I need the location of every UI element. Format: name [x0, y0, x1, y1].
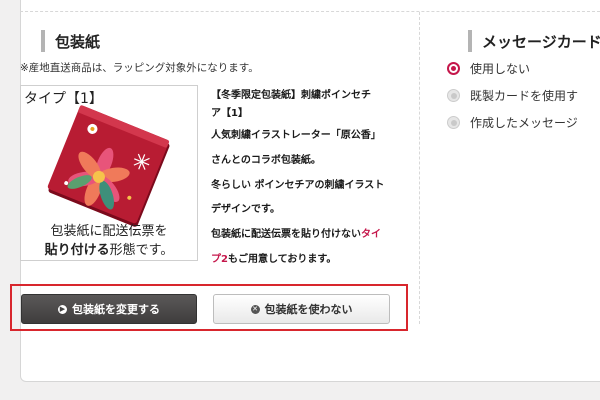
option-label: 使用しない — [470, 62, 531, 76]
wrapping-paper-image: タイプ【1】 包装紙に配送伝票を 貼り付ける形態です。 — [20, 85, 198, 261]
option-label: 作成したメッセージ — [470, 116, 578, 130]
option-no-card[interactable]: 使用しない — [447, 60, 530, 77]
desc-line-8-text: もご用意しております。 — [227, 254, 337, 265]
change-wrapping-button[interactable]: ▶ 包装紙を変更する — [21, 294, 197, 324]
wrapping-note: ※産地直送商品は、ラッピング対象外になります。 — [20, 62, 259, 74]
no-wrapping-button[interactable]: ✕ 包装紙を使わない — [213, 294, 390, 324]
message-card-section-title: メッセージカード — [482, 32, 600, 51]
wrapping-section-header: 包装紙 — [41, 30, 100, 52]
desc-line-1: 【冬季限定包装紙】刺繍ポインセチ — [211, 90, 371, 101]
desc-line-2: ア【1】 — [211, 108, 248, 119]
desc-line-8: プ2もご用意しております。 — [211, 250, 336, 265]
desc-line-5: 冬らしい ポインセチアの刺繍イラスト — [211, 180, 385, 191]
desc-line-3: 人気刺繍イラストレーター「原公香」 — [211, 130, 381, 141]
message-card-section-header: メッセージカード — [468, 30, 600, 52]
option-custom-message[interactable]: 作成したメッセージ — [447, 114, 578, 131]
radio-selected-icon[interactable] — [447, 62, 460, 75]
close-icon: ✕ — [250, 304, 260, 314]
image-caption-line2: 貼り付ける形態です。 — [21, 239, 197, 258]
play-icon: ▶ — [58, 304, 67, 314]
desc-line-4: さんとのコラボ包装紙。 — [211, 155, 321, 166]
wrapping-section-title: 包装紙 — [55, 32, 101, 51]
type2-link-part2[interactable]: プ2 — [211, 254, 228, 265]
option-label: 既製カードを使用す — [470, 89, 579, 103]
column-divider — [419, 12, 420, 324]
caption-bold-text: 貼り付ける — [44, 243, 110, 258]
type2-link-part1[interactable]: タイ — [361, 229, 381, 240]
desc-line-7-text: 包装紙に配送伝票を貼り付けない — [211, 229, 361, 240]
desc-line-6: デザインです。 — [211, 204, 280, 215]
image-caption-line1: 包装紙に配送伝票を — [50, 224, 168, 239]
section-marker — [468, 30, 472, 52]
section-marker — [41, 30, 45, 52]
change-wrapping-label: 包装紙を変更する — [72, 303, 160, 316]
caption-rest-text: 形態です。 — [109, 243, 174, 258]
top-divider — [20, 11, 600, 12]
radio-unselected-icon[interactable] — [447, 116, 460, 129]
radio-unselected-icon[interactable] — [447, 89, 460, 102]
desc-line-7: 包装紙に配送伝票を貼り付けないタイ — [211, 225, 381, 240]
option-ready-made-card[interactable]: 既製カードを使用す — [447, 87, 578, 104]
no-wrapping-label: 包装紙を使わない — [264, 303, 353, 316]
